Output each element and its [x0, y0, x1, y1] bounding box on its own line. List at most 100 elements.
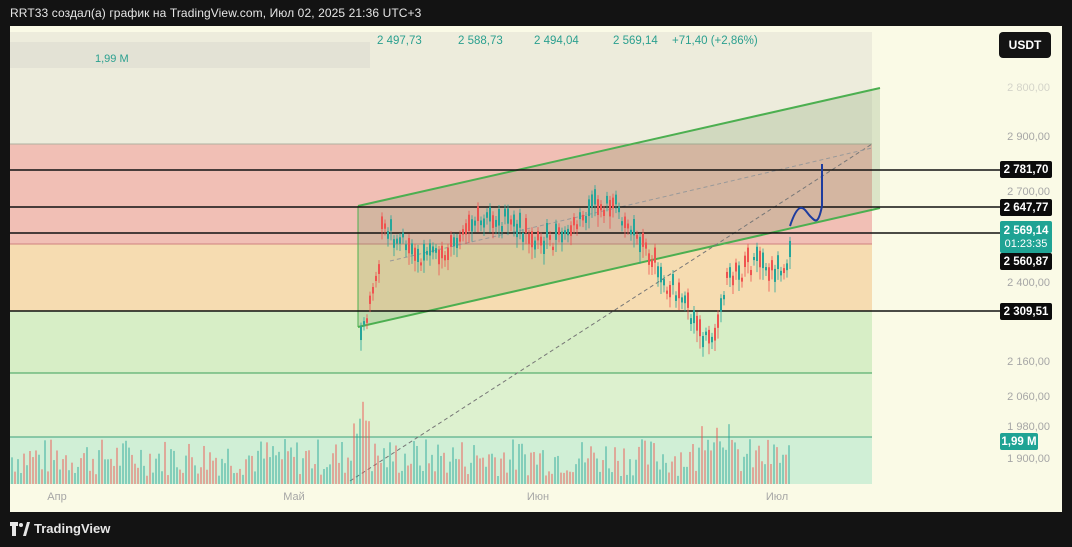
volume-bar — [65, 455, 67, 484]
candle-body — [561, 231, 563, 243]
y-tick: 2 060,00 — [1007, 391, 1050, 403]
volume-bar — [398, 472, 400, 484]
blurred-symbol-info — [10, 42, 370, 68]
candle-body — [723, 294, 725, 300]
volume-bar — [551, 473, 553, 484]
brand-name: TradingView — [34, 521, 111, 536]
candle-body — [786, 263, 788, 271]
candle-body — [684, 295, 686, 304]
candle-body — [513, 214, 515, 227]
volume-bar — [710, 450, 712, 484]
volume-bar — [179, 469, 181, 484]
candle-body — [612, 197, 614, 209]
volume-bar — [299, 474, 301, 484]
price-chart[interactable] — [10, 26, 1062, 512]
volume-bar — [578, 458, 580, 484]
volume-bar — [446, 472, 448, 484]
volume-bar — [305, 450, 307, 484]
volume-bar — [332, 453, 334, 484]
volume-bar — [275, 455, 277, 484]
ohlc-open: 2 497,73 — [377, 35, 422, 47]
currency-button[interactable]: USDT — [999, 32, 1051, 58]
volume-bar — [365, 420, 367, 484]
volume-bar — [29, 451, 31, 484]
volume-bar — [188, 443, 190, 484]
candle-body — [642, 232, 644, 247]
candle-body — [456, 237, 458, 249]
candle-body — [384, 223, 386, 229]
volume-bar — [620, 475, 622, 484]
volume-bar — [377, 455, 379, 484]
candle-body — [744, 255, 746, 268]
volume-bar — [137, 467, 139, 484]
volume-bar — [416, 445, 418, 484]
volume-bar — [176, 467, 178, 484]
volume-bar — [692, 444, 694, 484]
candle-body — [711, 336, 713, 343]
candle-body — [783, 268, 785, 274]
candle-body — [738, 265, 740, 280]
volume-bar — [623, 448, 625, 484]
volume-bar — [203, 445, 205, 484]
volume-bar — [284, 439, 286, 484]
volume-bar — [293, 456, 295, 484]
candle-body — [447, 247, 449, 260]
volume-bar — [296, 442, 298, 484]
candle-body — [390, 219, 392, 231]
volume-bar — [260, 441, 262, 484]
volume-bar — [401, 470, 403, 484]
candle-body — [369, 295, 371, 304]
level-badge-2309: 2 309,51 — [1000, 303, 1052, 320]
volume-bar — [95, 474, 97, 484]
candle-body — [474, 220, 476, 226]
volume-bar — [440, 455, 442, 484]
volume-bar — [584, 462, 586, 484]
volume-bar — [725, 449, 727, 484]
candle-body — [366, 318, 368, 323]
footer-brand[interactable]: TradingView — [10, 521, 110, 536]
volume-bar — [341, 442, 343, 484]
volume-bar — [719, 441, 721, 484]
volume-bar — [254, 471, 256, 484]
volume-bar — [512, 439, 514, 484]
candle-body — [615, 194, 617, 205]
volume-bar — [245, 459, 247, 484]
volume-bar — [206, 469, 208, 484]
volume-bar — [539, 453, 541, 484]
volume-bar — [650, 441, 652, 484]
volume-bar — [641, 439, 643, 484]
volume-bar — [362, 401, 364, 484]
volume-bar — [278, 451, 280, 484]
volume-bar — [734, 442, 736, 484]
candle-body — [378, 264, 380, 274]
candle-body — [567, 228, 569, 236]
volume-bar — [563, 472, 565, 484]
volume-bar — [731, 439, 733, 484]
candle-body — [717, 314, 719, 328]
candle-body — [771, 260, 773, 271]
volume-bar — [419, 465, 421, 484]
volume-bar — [683, 466, 685, 484]
volume-bar — [611, 472, 613, 484]
volume-bar — [374, 443, 376, 484]
candle-body — [420, 262, 422, 266]
candle-body — [549, 235, 551, 240]
volume-bar — [47, 471, 49, 484]
volume-bar — [494, 457, 496, 484]
candle-body — [621, 221, 623, 226]
volume-bar — [101, 439, 103, 484]
volume-bar — [428, 463, 430, 484]
volume-bar — [575, 464, 577, 484]
volume-bar — [662, 454, 664, 484]
candle-body — [591, 194, 593, 208]
chart-area[interactable]: 2 497,73 2 588,73 2 494,04 2 569,14 +71,… — [10, 26, 1062, 512]
volume-bar — [182, 472, 184, 484]
candle-body — [726, 271, 728, 278]
volume-bar — [746, 453, 748, 484]
candle-body — [429, 243, 431, 256]
volume-bar — [545, 475, 547, 484]
candle-body — [741, 277, 743, 282]
volume-bar — [632, 475, 634, 484]
candle-body — [636, 234, 638, 239]
volume-bar — [596, 458, 598, 484]
